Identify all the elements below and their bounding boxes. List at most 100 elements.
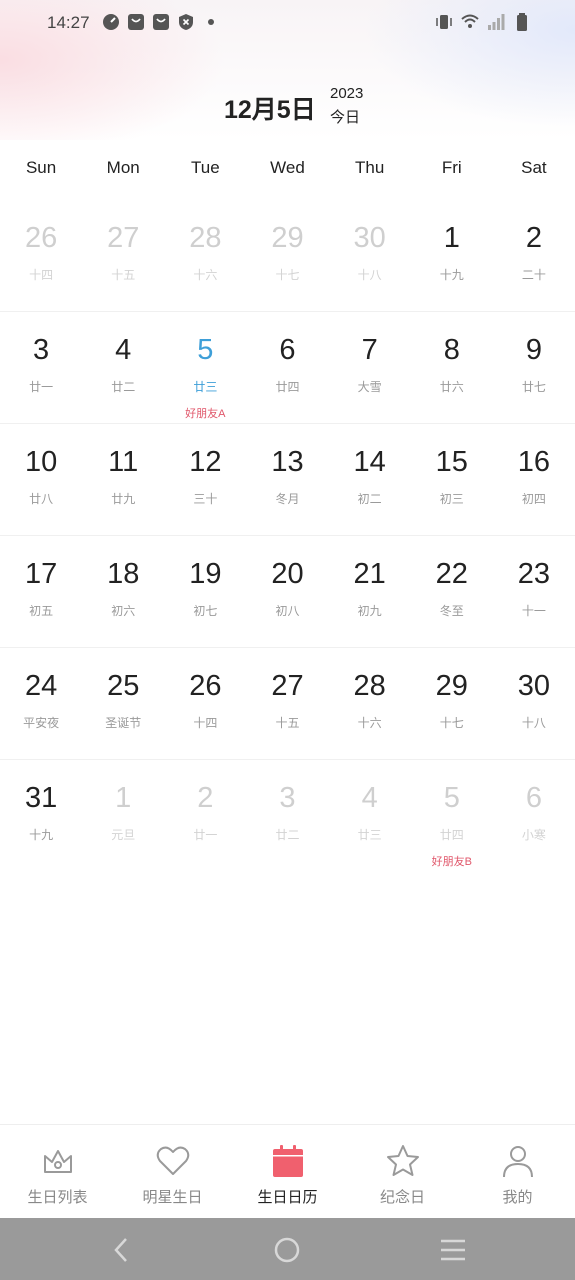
day-number: 18	[107, 558, 140, 590]
calendar-day[interactable]: 3 廿二	[246, 760, 328, 871]
lunar-date: 十五	[275, 716, 300, 730]
day-number: 29	[435, 670, 468, 702]
heart-icon	[156, 1146, 189, 1175]
day-number: 7	[361, 334, 378, 366]
day-number: 11	[108, 446, 139, 478]
calendar-day[interactable]: 17 初五	[0, 536, 82, 647]
calendar-day[interactable]: 20 初八	[246, 536, 328, 647]
day-number: 31	[24, 782, 58, 814]
calendar-day[interactable]: 23 十一	[493, 536, 575, 647]
calendar-day[interactable]: 4 廿三	[329, 760, 411, 871]
calendar-week-row: 17 初五 18 初六 19 初七 20 初八 21 初九 22 冬至 23 十一	[0, 536, 575, 648]
calendar-day-today[interactable]: 5 廿三 好朋友A	[164, 312, 246, 423]
calendar-day[interactable]: 16 初四	[493, 424, 575, 535]
calendar-day[interactable]: 10 廿八	[0, 424, 82, 535]
speedometer-icon	[103, 14, 119, 30]
calendar-icon	[272, 1145, 303, 1177]
calendar-day[interactable]: 5 廿四 好朋友B	[411, 760, 493, 871]
day-number: 4	[115, 334, 132, 366]
day-number: 1	[443, 222, 460, 254]
lunar-date: 大雪	[357, 380, 382, 394]
calendar-day[interactable]: 14 初二	[329, 424, 411, 535]
lunar-date: 十八	[521, 716, 546, 730]
calendar-day[interactable]: 26 十四	[164, 648, 246, 759]
tab-birthday-calendar[interactable]: 生日日历	[230, 1125, 345, 1219]
birthday-event-label[interactable]: 好朋友A	[164, 405, 246, 421]
lunar-date: 廿二	[275, 828, 300, 842]
tab-birthday-list[interactable]: 生日列表	[0, 1125, 115, 1219]
tab-label: 我的	[502, 1189, 533, 1206]
calendar-day[interactable]: 4 廿二	[82, 312, 164, 423]
calendar-week-row: 26 十四 27 十五 28 十六 29 十七 30 十八 1 十九 2 二十	[0, 200, 575, 312]
calendar-day[interactable]: 24 平安夜	[0, 648, 82, 759]
calendar-week-row: 31 十九 1 元旦 2 廿一 3 廿二 4 廿三 5 廿四 好朋友B 6 小寒	[0, 760, 575, 871]
birthday-event-label[interactable]: 好朋友B	[411, 853, 493, 869]
calendar-day[interactable]: 3 廿一	[0, 312, 82, 423]
calendar-day[interactable]: 7 大雪	[329, 312, 411, 423]
lunar-date: 初二	[357, 492, 382, 506]
selected-date[interactable]: 12月5日	[224, 90, 316, 126]
calendar-day[interactable]: 2 廿一	[164, 760, 246, 871]
calendar-day[interactable]: 15 初三	[411, 424, 493, 535]
recent-apps-icon[interactable]	[439, 1236, 467, 1264]
lunar-date: 廿四	[275, 380, 300, 394]
calendar-day[interactable]: 18 初六	[82, 536, 164, 647]
bottom-tab-bar: 生日列表 明星生日 生日日历 纪念日 我的	[0, 1124, 575, 1219]
calendar-day[interactable]: 29 十七	[411, 648, 493, 759]
calendar-day[interactable]: 11 廿九	[82, 424, 164, 535]
day-number: 14	[353, 446, 386, 478]
vibrate-icon	[436, 15, 452, 29]
calendar-day[interactable]: 12 三十	[164, 424, 246, 535]
day-number: 15	[435, 446, 468, 478]
calendar-day[interactable]: 28 十六	[329, 648, 411, 759]
tab-anniversary[interactable]: 纪念日	[345, 1125, 460, 1219]
lunar-date: 平安夜	[23, 716, 60, 730]
calendar-day[interactable]: 2 二十	[493, 200, 575, 311]
day-number: 28	[189, 222, 222, 254]
calendar-day[interactable]: 6 小寒	[493, 760, 575, 871]
lunar-date: 二十	[521, 268, 546, 282]
lunar-date: 廿一	[193, 828, 218, 842]
status-time: 14:27	[47, 13, 90, 32]
system-navigation-bar	[0, 1218, 575, 1280]
calendar-day[interactable]: 6 廿四	[246, 312, 328, 423]
calendar-day[interactable]: 27 十五	[82, 200, 164, 311]
day-number: 2	[525, 222, 542, 254]
calendar-day[interactable]: 28 十六	[164, 200, 246, 311]
day-number: 27	[271, 670, 304, 702]
calendar-day[interactable]: 29 十七	[246, 200, 328, 311]
calendar-day[interactable]: 21 初九	[329, 536, 411, 647]
lunar-date: 十五	[111, 268, 136, 282]
calendar-day[interactable]: 31 十九	[0, 760, 82, 871]
day-number: 25	[107, 670, 140, 702]
calendar-day[interactable]: 22 冬至	[411, 536, 493, 647]
weekday-label: Mon	[106, 158, 140, 177]
calendar-header[interactable]: 12月5日 2023 今日	[0, 78, 575, 128]
calendar-day[interactable]: 26 十四	[0, 200, 82, 311]
day-number: 27	[107, 222, 140, 254]
lunar-date: 十六	[357, 716, 382, 730]
home-icon[interactable]	[273, 1236, 301, 1264]
tab-label: 纪念日	[379, 1189, 425, 1206]
day-number: 9	[525, 334, 542, 366]
tab-celebrity-birthdays[interactable]: 明星生日	[115, 1125, 230, 1219]
calendar-day[interactable]: 1 十九	[411, 200, 493, 311]
lunar-date: 廿九	[111, 492, 136, 506]
calendar-day[interactable]: 30 十八	[493, 648, 575, 759]
day-number: 30	[517, 670, 551, 702]
day-number: 22	[435, 558, 468, 590]
tab-profile[interactable]: 我的	[460, 1125, 575, 1219]
day-number: 17	[24, 558, 58, 590]
calendar-day[interactable]: 8 廿六	[411, 312, 493, 423]
day-number: 20	[271, 558, 304, 590]
calendar-day[interactable]: 1 元旦	[82, 760, 164, 871]
today-button[interactable]: 今日	[330, 106, 360, 127]
calendar-day[interactable]: 13 冬月	[246, 424, 328, 535]
calendar-day[interactable]: 9 廿七	[493, 312, 575, 423]
lunar-date: 十四	[193, 716, 218, 730]
calendar-day[interactable]: 27 十五	[246, 648, 328, 759]
calendar-day[interactable]: 30 十八	[329, 200, 411, 311]
calendar-day[interactable]: 19 初七	[164, 536, 246, 647]
back-icon[interactable]	[108, 1236, 136, 1264]
calendar-day[interactable]: 25 圣诞节	[82, 648, 164, 759]
